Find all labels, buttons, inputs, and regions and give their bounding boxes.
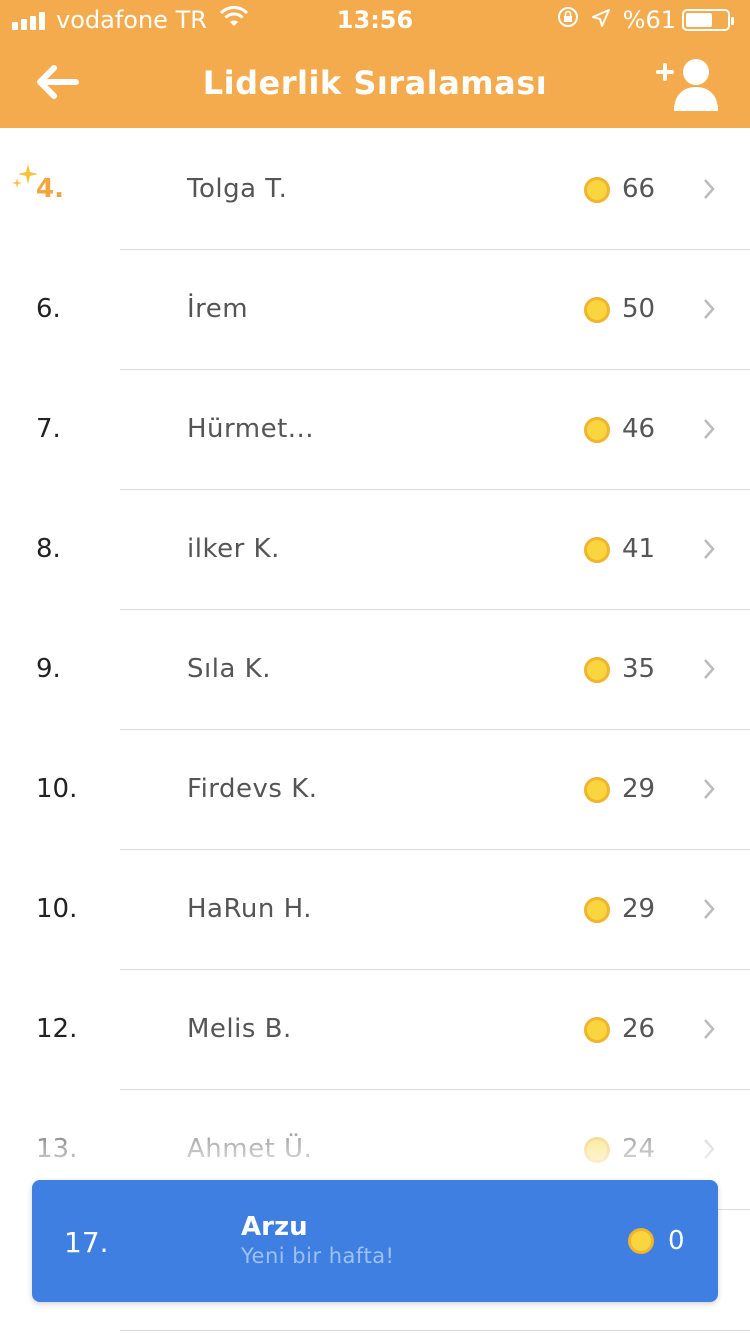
row-divider xyxy=(120,1330,750,1331)
rotation-lock-icon xyxy=(557,6,579,34)
points-value: 50 xyxy=(622,294,656,324)
player-name: ilker K. xyxy=(187,534,280,564)
rank-label: 12. xyxy=(36,1014,78,1044)
points-value: 41 xyxy=(622,534,656,564)
coin-icon xyxy=(584,417,610,443)
coin-icon xyxy=(584,537,610,563)
avatar xyxy=(110,1122,170,1178)
current-user-subtitle: Yeni bir hafta! xyxy=(241,1244,395,1268)
player-name: Melis B. xyxy=(187,1014,292,1044)
leaderboard-row[interactable]: 10. HaRun H. 29 xyxy=(0,850,750,970)
current-user-points: 0 xyxy=(668,1226,685,1256)
points-value: 66 xyxy=(622,174,656,204)
coin-icon xyxy=(584,1137,610,1163)
coin-icon xyxy=(584,777,610,803)
status-bar: vodafone TR 13:56 %61 xyxy=(0,0,750,40)
leaderboard-row[interactable]: 10. Firdevs K. 29 xyxy=(0,730,750,850)
chevron-right-icon xyxy=(704,779,715,799)
location-icon xyxy=(591,6,611,34)
coin-icon xyxy=(584,177,610,203)
coin-icon xyxy=(628,1228,654,1254)
chevron-right-icon xyxy=(704,179,715,199)
coin-icon xyxy=(584,297,610,323)
player-name: Sıla K. xyxy=(187,654,271,684)
chevron-right-icon xyxy=(704,539,715,559)
current-user-card[interactable]: 17. Arzu Yeni bir hafta! 0 xyxy=(32,1180,718,1302)
leaderboard-row[interactable]: 6. İrem 50 xyxy=(0,250,750,370)
coin-icon xyxy=(584,657,610,683)
app-header: vodafone TR 13:56 %61 Liderlik Sıralamas… xyxy=(0,0,750,128)
points-value: 46 xyxy=(622,414,656,444)
points-value: 26 xyxy=(622,1014,656,1044)
rank-label: 6. xyxy=(36,294,61,324)
chevron-right-icon xyxy=(704,659,715,679)
player-name: Tolga T. xyxy=(187,174,288,204)
player-name: Firdevs K. xyxy=(187,774,318,804)
leaderboard-row[interactable]: 4. Tolga T. 66 xyxy=(0,130,750,250)
rank-label: 10. xyxy=(36,774,78,804)
points-value: 35 xyxy=(622,654,656,684)
chevron-right-icon xyxy=(704,299,715,319)
player-name: Ahmet Ü. xyxy=(187,1134,313,1164)
leaderboard-row[interactable]: 7. Hürmet... 46 xyxy=(0,370,750,490)
rank-label: 9. xyxy=(36,654,61,684)
rank-label: 8. xyxy=(36,534,61,564)
player-name: HaRun H. xyxy=(187,894,312,924)
leaderboard-row[interactable]: 8. ilker K. 41 xyxy=(0,490,750,610)
add-user-icon xyxy=(656,59,718,111)
status-right: %61 xyxy=(557,6,734,34)
rank-label: 10. xyxy=(36,894,78,924)
current-user-name: Arzu xyxy=(241,1212,308,1242)
player-name: İrem xyxy=(187,294,249,324)
points-value: 29 xyxy=(622,894,656,924)
page-title: Liderlik Sıralaması xyxy=(202,64,548,102)
leaderboard-row[interactable]: 12. Melis B. 26 xyxy=(0,970,750,1090)
coin-icon xyxy=(584,897,610,923)
rank-label: 13. xyxy=(36,1134,78,1164)
chevron-right-icon xyxy=(704,1139,715,1159)
leaderboard-list: 4. Tolga T. 66 6. İrem 50 7. Hürmet... 4… xyxy=(0,130,750,1210)
chevron-right-icon xyxy=(704,1019,715,1039)
points-value: 29 xyxy=(622,774,656,804)
rank-label: 7. xyxy=(36,414,61,444)
battery-percent: %61 xyxy=(622,6,676,34)
battery-icon xyxy=(682,9,734,31)
current-user-rank: 17. xyxy=(64,1226,109,1259)
nav-bar: Liderlik Sıralaması xyxy=(0,40,750,128)
leaderboard-row[interactable]: 9. Sıla K. 35 xyxy=(0,610,750,730)
player-name: Hürmet... xyxy=(187,414,315,444)
chevron-right-icon xyxy=(704,419,715,439)
points-value: 24 xyxy=(622,1134,656,1164)
coin-icon xyxy=(584,1017,610,1043)
chevron-right-icon xyxy=(704,899,715,919)
add-friend-button[interactable] xyxy=(654,56,720,112)
rank-label: 4. xyxy=(36,174,64,204)
